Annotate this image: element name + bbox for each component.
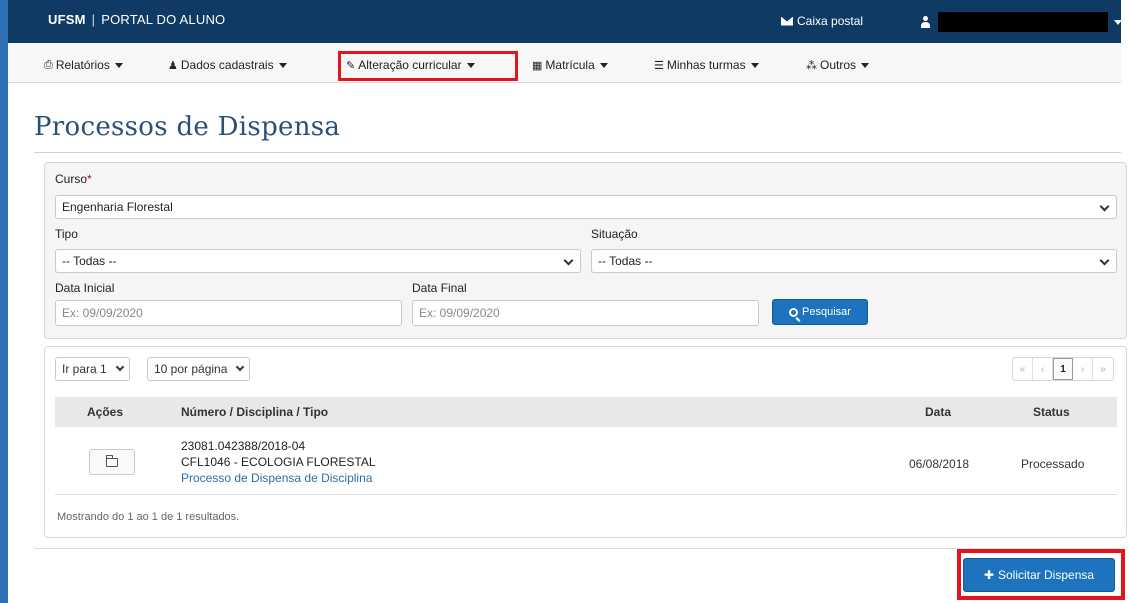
menu-label: Outros xyxy=(820,58,857,72)
caret-down-icon xyxy=(278,62,287,68)
caret-down-icon xyxy=(861,62,870,68)
sitemap-icon: ⁂ xyxy=(806,59,817,72)
tipo-label: Tipo xyxy=(55,227,78,241)
table-row: 23081.042388/2018-04 CFL1046 - ECOLOGIA … xyxy=(55,429,1117,495)
menu-label: Dados cadastrais xyxy=(180,58,274,72)
mailbox-link[interactable]: Caixa postal xyxy=(781,14,863,28)
process-discipline: CFL1046 - ECOLOGIA FLORESTAL xyxy=(181,455,376,469)
curso-label-text: Curso xyxy=(55,172,88,186)
data-inicial-input[interactable]: Ex: 09/09/2020 xyxy=(55,300,402,326)
page: UFSM | PORTAL DO ALUNO Caixa postal ⎙ Rela… xyxy=(8,0,1129,603)
list-icon: ☰ xyxy=(654,59,664,72)
caret-down-icon xyxy=(599,62,608,68)
highlight-annotation-menu xyxy=(338,51,518,81)
pagination: « ‹ 1 › » xyxy=(1012,357,1114,381)
highlight-annotation-button xyxy=(957,549,1125,600)
table-header: Ações Número / Disciplina / Tipo Data St… xyxy=(55,397,1117,427)
process-date: 06/08/2018 xyxy=(909,457,970,471)
column-header-data: Data xyxy=(925,405,952,419)
menu-label: Matrícula xyxy=(545,58,595,72)
pager-page-1[interactable]: 1 xyxy=(1053,358,1073,380)
title-divider xyxy=(34,152,1121,153)
per-page-select[interactable]: 10 por página xyxy=(147,357,251,381)
process-type-link[interactable]: Processo de Dispensa de Disciplina xyxy=(181,471,372,485)
data-final-input[interactable]: Ex: 09/09/2020 xyxy=(412,300,759,326)
column-header-numero: Número / Disciplina / Tipo xyxy=(181,405,329,419)
goto-page-select[interactable]: Ir para 1 xyxy=(55,357,130,381)
chevron-down-icon xyxy=(1099,255,1110,266)
per-page-value: 10 por página xyxy=(154,362,228,376)
situacao-value: -- Todas -- xyxy=(598,254,653,268)
chevron-down-icon xyxy=(1099,201,1110,212)
required-marker: * xyxy=(87,172,92,186)
table-icon: ▦ xyxy=(532,59,543,72)
brand-name: PORTAL DO ALUNO xyxy=(101,12,226,27)
caret-down-icon xyxy=(114,62,123,68)
goto-page-value: Ir para 1 xyxy=(62,362,107,376)
portal-brand[interactable]: UFSM | PORTAL DO ALUNO xyxy=(48,12,225,27)
search-icon xyxy=(789,307,799,317)
brand-strong: UFSM xyxy=(48,12,86,27)
results-panel: Ir para 1 10 por página « ‹ 1 › » Ações … xyxy=(44,346,1127,538)
tipo-value: -- Todas -- xyxy=(62,254,117,268)
user-menu[interactable] xyxy=(921,12,1122,32)
envelope-icon xyxy=(781,16,793,26)
data-inicial-label: Data Inicial xyxy=(55,281,115,295)
user-icon xyxy=(921,16,930,28)
curso-label: Curso* xyxy=(55,172,92,186)
curso-select[interactable]: Engenharia Florestal xyxy=(55,195,1117,219)
caret-down-icon xyxy=(750,62,759,68)
caret-down-icon xyxy=(1114,19,1122,25)
print-icon: ⎙ xyxy=(44,58,53,71)
top-navbar: UFSM | PORTAL DO ALUNO Caixa postal xyxy=(8,0,1122,43)
pager-prev[interactable]: ‹ xyxy=(1033,358,1053,380)
filter-panel: Curso* Engenharia Florestal Tipo -- Toda… xyxy=(44,162,1127,339)
curso-value: Engenharia Florestal xyxy=(62,200,173,214)
user-icon: ♟ xyxy=(168,59,178,72)
column-header-status: Status xyxy=(1033,405,1070,419)
menu-label: Minhas turmas xyxy=(666,58,746,72)
results-summary: Mostrando do 1 ao 1 de 1 resultados. xyxy=(57,511,240,523)
folder-open-icon xyxy=(105,454,118,467)
mailbox-label: Caixa postal xyxy=(797,14,864,28)
pager-last[interactable]: » xyxy=(1093,358,1113,380)
menu-relatorios[interactable]: ⎙ Relatórios xyxy=(44,58,123,72)
pager-first[interactable]: « xyxy=(1013,358,1033,380)
menu-dados-cadastrais[interactable]: ♟ Dados cadastrais xyxy=(168,58,287,72)
menu-minhas-turmas[interactable]: ☰ Minhas turmas xyxy=(654,58,759,72)
data-final-label: Data Final xyxy=(412,281,467,295)
window-left-edge xyxy=(0,0,8,603)
user-name-redacted xyxy=(938,12,1108,32)
search-button[interactable]: Pesquisar xyxy=(772,299,868,325)
menu-outros[interactable]: ⁂ Outros xyxy=(806,58,870,72)
menu-label: Relatórios xyxy=(55,58,110,72)
tipo-select[interactable]: -- Todas -- xyxy=(55,249,581,273)
search-button-label: Pesquisar xyxy=(802,306,851,318)
menu-matricula[interactable]: ▦ Matrícula xyxy=(532,58,608,72)
chevron-down-icon xyxy=(115,362,124,372)
situacao-label: Situação xyxy=(591,227,638,241)
open-process-button[interactable] xyxy=(89,449,135,475)
process-status: Processado xyxy=(1021,457,1085,471)
chevron-down-icon xyxy=(563,255,574,266)
column-header-acoes: Ações xyxy=(87,405,124,419)
pager-next[interactable]: › xyxy=(1073,358,1093,380)
page-title: Processos de Dispensa xyxy=(34,112,341,142)
brand-separator: | xyxy=(91,12,96,27)
main-menu: ⎙ Relatórios ♟ Dados cadastrais ✎ Altera… xyxy=(8,43,1121,83)
chevron-down-icon xyxy=(236,362,245,372)
process-number: 23081.042388/2018-04 xyxy=(181,439,306,453)
situacao-select[interactable]: -- Todas -- xyxy=(591,249,1117,273)
